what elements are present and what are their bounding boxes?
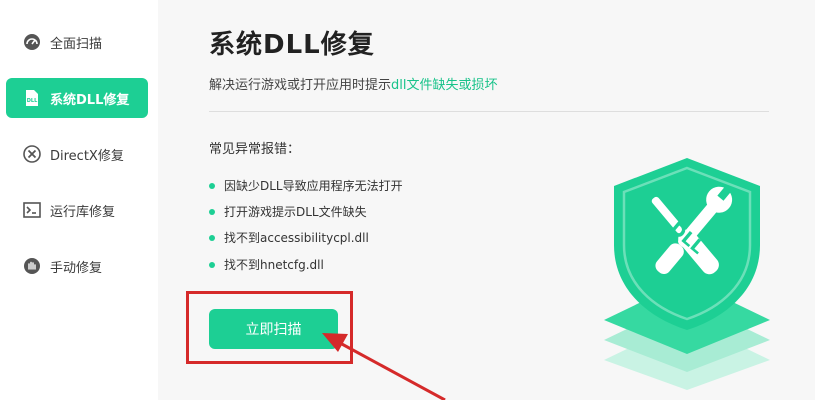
divider [209, 111, 769, 112]
sidebar-item-label: 运行库修复 [50, 204, 116, 220]
issue-item: 打开游戏提示DLL文件缺失 [209, 203, 367, 220]
page-subtitle: 解决运行游戏或打开应用时提示dll文件缺失或损坏 [209, 74, 498, 93]
sidebar-item-manual-repair[interactable]: 手动修复 [6, 246, 148, 286]
sidebar-item-full-scan[interactable]: 全面扫描 [6, 22, 148, 62]
svg-text:DLL: DLL [27, 98, 38, 104]
bullet-icon [209, 208, 215, 215]
terminal-icon [22, 200, 42, 220]
hand-icon [22, 256, 42, 276]
sidebar-item-label: 系统DLL修复 [50, 92, 130, 108]
sidebar: 全面扫描 DLL 系统DLL修复 DirectX修复 运行库修复 手动修复 [0, 0, 158, 400]
issue-text: 找不到hnetcfg.dll [224, 258, 324, 272]
gauge-icon [22, 32, 42, 52]
sidebar-item-label: DirectX修复 [50, 148, 124, 164]
dll-file-icon: DLL [22, 88, 42, 108]
issue-item: 找不到hnetcfg.dll [209, 256, 324, 273]
sidebar-item-label: 全面扫描 [50, 36, 103, 52]
issue-text: 因缺少DLL导致应用程序无法打开 [224, 179, 403, 193]
subtitle-highlight: dll文件缺失或损坏 [391, 78, 498, 93]
issue-text: 找不到accessibilitycpl.dll [224, 231, 369, 245]
issues-title: 常见异常报错： [209, 142, 301, 157]
sidebar-item-system-dll-repair[interactable]: DLL 系统DLL修复 [6, 78, 148, 118]
sidebar-item-directx-repair[interactable]: DirectX修复 [6, 134, 148, 174]
bullet-icon [209, 261, 215, 268]
subtitle-text: 解决运行游戏或打开应用时提示 [209, 78, 392, 93]
bullet-icon [209, 182, 215, 189]
issue-item: 找不到accessibilitycpl.dll [209, 229, 369, 246]
issue-item: 因缺少DLL导致应用程序无法打开 [209, 177, 403, 194]
sidebar-item-runtime-repair[interactable]: 运行库修复 [6, 190, 148, 230]
bullet-icon [209, 234, 215, 241]
page-title: 系统DLL修复 [209, 30, 375, 60]
issue-text: 打开游戏提示DLL文件缺失 [224, 205, 367, 219]
shield-wrench-screwdriver-icon: DLL [604, 158, 770, 390]
sidebar-item-label: 手动修复 [50, 260, 103, 276]
directx-icon [22, 144, 42, 164]
annotation-highlight-box [186, 291, 353, 364]
